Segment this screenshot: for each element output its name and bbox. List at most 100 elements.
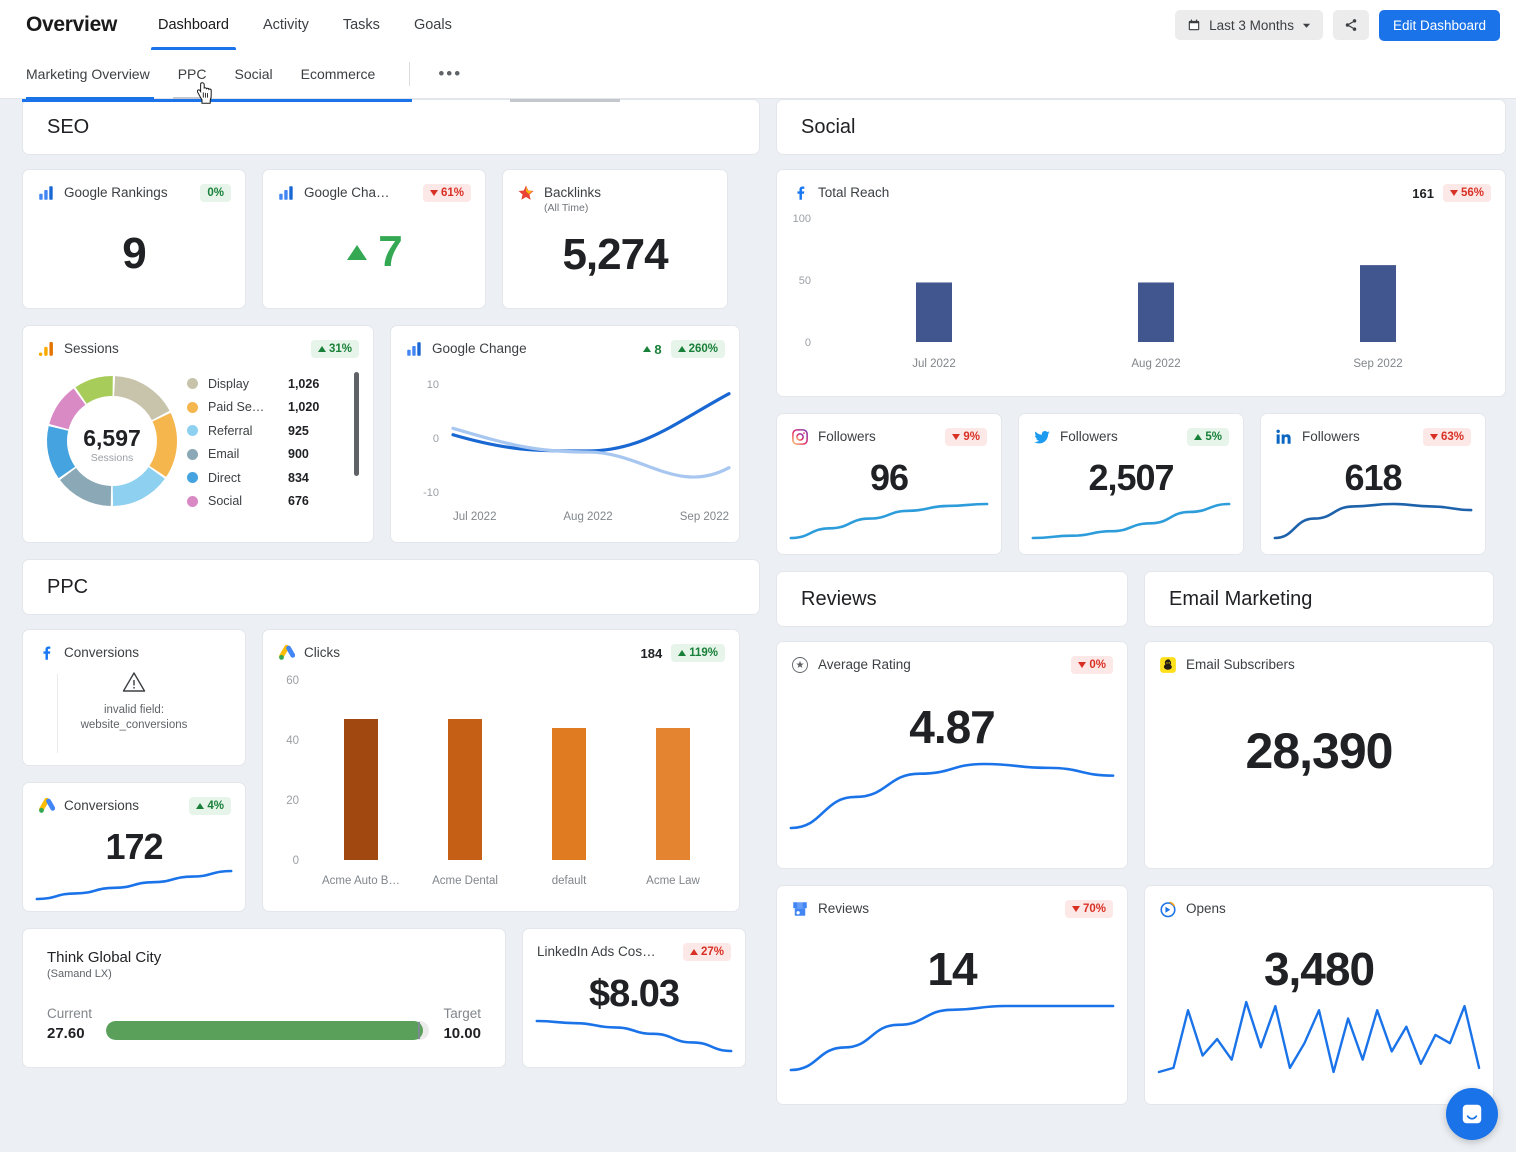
- widget-sessions[interactable]: Sessions 31% 6,597: [22, 325, 374, 543]
- section-header-email-marketing: Email Marketing: [1144, 571, 1494, 627]
- widget-google-change-chart[interactable]: Google Change 8 260%: [390, 325, 740, 543]
- svg-text:Sep 2022: Sep 2022: [680, 511, 729, 523]
- widget-average-rating[interactable]: Average Rating 0% 4.87: [776, 641, 1128, 869]
- messenger-launcher-button[interactable]: [1446, 1088, 1498, 1140]
- widget-subtitle: (All Time): [544, 202, 601, 215]
- tab-ecommerce[interactable]: Ecommerce: [287, 50, 390, 99]
- goal-target-label: Target: [443, 1006, 481, 1021]
- change-badge: 56%: [1443, 184, 1491, 202]
- tab-marketing-overview[interactable]: Marketing Overview: [26, 50, 164, 99]
- widget-backlinks[interactable]: Backlinks (All Time) 5,274: [502, 169, 728, 309]
- sparkline-linkedin-cost: [523, 1013, 745, 1059]
- widget-goal-think-global-city[interactable]: Think Global City (Samand LX) Current 27…: [22, 928, 506, 1068]
- kpi-value: 172: [23, 829, 245, 865]
- star-icon: [517, 184, 535, 202]
- svg-text:Sep 2022: Sep 2022: [1353, 358, 1402, 370]
- google-analytics-icon: [405, 340, 423, 358]
- widget-clicks[interactable]: Clicks 184 119% 6040200Acme Auto B…Acme …: [262, 629, 740, 912]
- change-value: 61%: [441, 187, 464, 199]
- svg-text:0: 0: [433, 433, 439, 445]
- widget-title: Google Change: [432, 340, 527, 357]
- change-value: 9%: [963, 431, 980, 443]
- widget-title: Followers: [1302, 428, 1360, 445]
- edit-dashboard-button[interactable]: Edit Dashboard: [1379, 10, 1500, 41]
- nav-item-goals[interactable]: Goals: [397, 0, 469, 50]
- widget-google-rankings[interactable]: Google Rankings 0% 9: [22, 169, 246, 309]
- svg-text:40: 40: [286, 735, 299, 747]
- widget-followers-linkedin[interactable]: Followers 63% 618: [1260, 413, 1486, 555]
- svg-text:0: 0: [293, 855, 299, 867]
- legend-item[interactable]: Paid Se…1,020: [187, 396, 359, 420]
- svg-text:default: default: [552, 875, 587, 887]
- nav-item-tasks[interactable]: Tasks: [326, 0, 397, 50]
- legend-scrollbar[interactable]: [354, 372, 359, 476]
- top-bar-actions: Last 3 Months Edit Dashboard: [1175, 10, 1500, 41]
- widget-title: Average Rating: [818, 656, 911, 673]
- change-value: 4%: [207, 800, 224, 812]
- error-line-2: website_conversions: [81, 718, 188, 733]
- widget-title: Google Cha…: [304, 184, 390, 201]
- kpi-value: 7: [378, 230, 401, 274]
- widget-ppc-conversions[interactable]: Conversions 4% 172: [22, 782, 246, 912]
- goal-progress-fill: [106, 1021, 423, 1040]
- section-header-seo: SEO: [22, 99, 760, 155]
- linkedin-icon: [1275, 428, 1293, 446]
- donut-center-label: Sessions: [91, 452, 134, 464]
- legend-color-dot: [187, 472, 198, 483]
- legend-item[interactable]: Direct834: [187, 466, 359, 490]
- svg-text:50: 50: [799, 275, 811, 287]
- tab-social[interactable]: Social: [221, 50, 287, 99]
- widget-followers-twitter[interactable]: Followers 5% 2,507: [1018, 413, 1244, 555]
- tab-ppc[interactable]: PPC: [164, 50, 221, 99]
- change-value: 63%: [1441, 431, 1464, 443]
- sessions-legend[interactable]: Display1,026Paid Se…1,020Referral925Emai…: [187, 366, 359, 516]
- change-value: 0%: [207, 187, 224, 199]
- section-header-reviews: Reviews: [776, 571, 1128, 627]
- legend-value: 615: [288, 515, 309, 516]
- widget-email-subscribers[interactable]: Email Subscribers 28,390: [1144, 641, 1494, 869]
- share-button[interactable]: [1333, 10, 1369, 40]
- widget-google-change-kpi[interactable]: Google Cha… 61%: [262, 169, 486, 309]
- widget-followers-instagram[interactable]: Followers 9% 96: [776, 413, 1002, 555]
- change-badge: 260%: [671, 340, 725, 358]
- arrow-up-icon: [678, 650, 686, 656]
- more-tabs-button[interactable]: •••: [430, 64, 470, 84]
- legend-item[interactable]: Organic S…615: [187, 513, 359, 516]
- google-business-icon: [791, 900, 809, 918]
- widget-title: Total Reach: [818, 184, 889, 201]
- arrow-down-icon: [1072, 906, 1080, 912]
- tab-active-underline: [22, 99, 412, 102]
- goal-progress-row: Current 27.60 Target 10.00: [47, 1006, 481, 1042]
- legend-item[interactable]: Display1,026: [187, 372, 359, 396]
- sessions-donut-chart: 6,597 Sessions: [37, 366, 187, 516]
- widget-linkedin-ads-cost[interactable]: LinkedIn Ads Cos… 27% $8.03: [522, 928, 746, 1068]
- widget-reviews-count[interactable]: Reviews 70% 14: [776, 885, 1128, 1105]
- dashboard-tab-bar: Marketing Overview PPC Social Ecommerce …: [0, 50, 1516, 99]
- right-column: Social Total Reach 161 56%: [776, 99, 1506, 1105]
- change-badge: 70%: [1065, 900, 1113, 918]
- divider: [409, 62, 410, 86]
- legend-item[interactable]: Email900: [187, 443, 359, 467]
- change-badge: 61%: [423, 184, 471, 202]
- dashboard-canvas[interactable]: SEO Google Rankings: [0, 99, 1516, 1152]
- nav-item-dashboard[interactable]: Dashboard: [141, 0, 246, 50]
- legend-label: Email: [208, 447, 280, 461]
- widget-ppc-conversions-error[interactable]: Conversions invalid field:: [22, 629, 246, 766]
- widget-title: Sessions: [64, 340, 119, 357]
- legend-item[interactable]: Referral925: [187, 419, 359, 443]
- legend-item[interactable]: Social676: [187, 490, 359, 514]
- widget-title: Followers: [1060, 428, 1118, 445]
- legend-value: 925: [288, 424, 309, 438]
- widget-total-reach[interactable]: Total Reach 161 56% 100500Jul 2022Aug 20…: [776, 169, 1506, 397]
- section-header-ppc: PPC: [22, 559, 760, 615]
- kpi-value: 5,274: [503, 233, 727, 277]
- mailchimp-icon: [1159, 656, 1177, 674]
- date-range-label: Last 3 Months: [1209, 18, 1294, 33]
- goal-current-value: 27.60: [47, 1025, 92, 1042]
- svg-text:0: 0: [805, 337, 811, 349]
- widget-opens[interactable]: Opens 3,480: [1144, 885, 1494, 1105]
- change-badge: 5%: [1187, 428, 1229, 446]
- date-range-selector[interactable]: Last 3 Months: [1175, 10, 1323, 40]
- nav-item-activity[interactable]: Activity: [246, 0, 326, 50]
- change-value: 5%: [1205, 431, 1222, 443]
